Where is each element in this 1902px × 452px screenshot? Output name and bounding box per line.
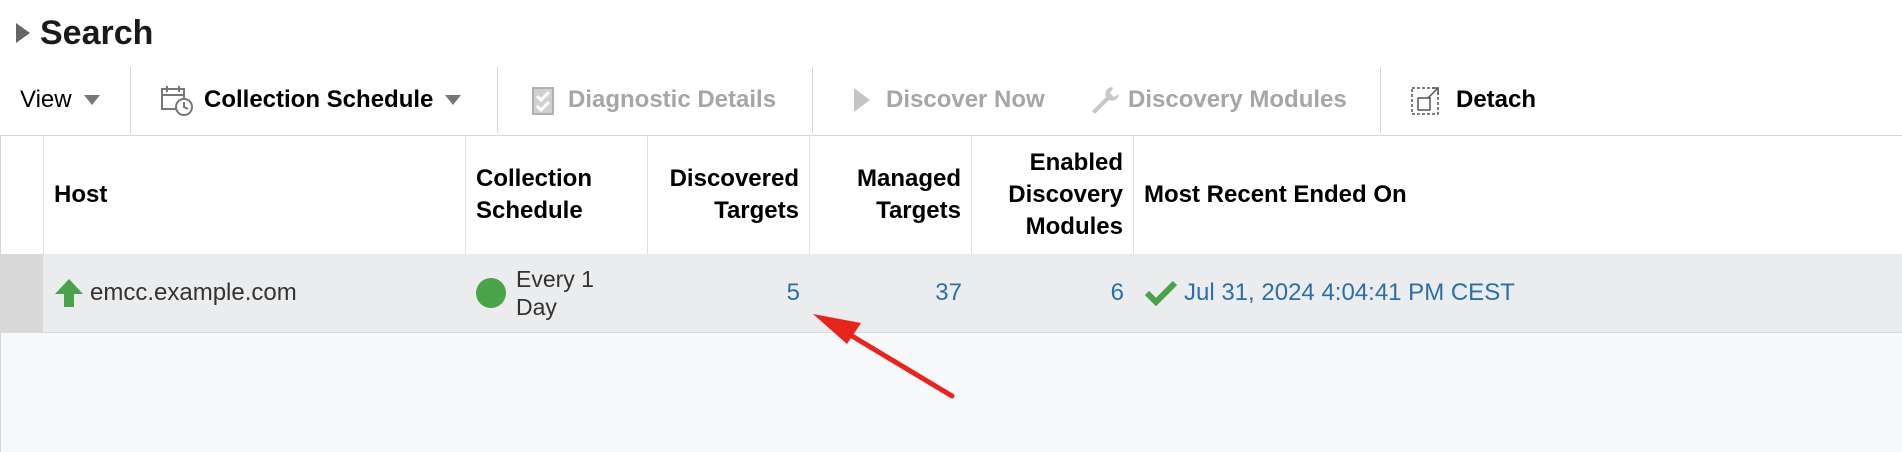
detach-icon [1411, 87, 1439, 115]
toolbar-divider [1380, 67, 1381, 133]
clipboard-check-icon [532, 87, 554, 115]
toolbar: View Collection Schedule Diagnostic Deta… [0, 65, 1902, 135]
toolbar-divider [497, 67, 498, 133]
status-up-arrow-icon [55, 279, 83, 307]
managed-targets-link[interactable]: 37 [935, 279, 962, 307]
diagnostic-details-label: Diagnostic Details [568, 86, 777, 113]
diagnostic-details-button[interactable]: Diagnostic Details [530, 65, 776, 135]
most-recent-cell: Jul 31, 2024 4:04:41 PM CEST [1134, 254, 1902, 332]
most-recent-link[interactable]: Jul 31, 2024 4:04:41 PM CEST [1184, 279, 1515, 307]
row-handle[interactable] [1, 254, 43, 332]
table-header: Host Collection Schedule Discovered Targ… [1, 136, 1902, 255]
enabled-modules-link[interactable]: 6 [1111, 279, 1124, 307]
column-header-label: Most Recent Ended On [1144, 181, 1407, 208]
view-menu-button[interactable]: View [20, 65, 100, 135]
toolbar-divider [812, 67, 813, 133]
column-header-enabled-modules[interactable]: Enabled Discovery Modules [972, 136, 1134, 254]
calendar-clock-icon [161, 86, 193, 116]
schedule-status-icon [476, 278, 506, 308]
chevron-down-icon [83, 95, 100, 105]
column-header-label: Managed Targets [856, 165, 961, 224]
wrench-icon [1092, 87, 1119, 114]
column-header-managed-targets[interactable]: Managed Targets [810, 136, 972, 254]
column-header-host[interactable]: Host [44, 136, 466, 254]
schedule-text: Every 1 Day [516, 266, 594, 320]
column-header-collection-schedule[interactable]: Collection Schedule [466, 136, 648, 254]
column-header-discovered-targets[interactable]: Discovered Targets [648, 136, 810, 254]
search-title: Search [40, 13, 154, 52]
collection-schedule-button[interactable]: Collection Schedule [160, 65, 462, 135]
header-row-handle [1, 136, 44, 254]
toolbar-divider [130, 67, 131, 133]
column-header-label: Enabled Discovery Modules [1008, 149, 1123, 240]
column-header-label: Discovered Targets [669, 165, 799, 224]
discovery-modules-button[interactable]: Discovery Modules [1088, 65, 1347, 135]
managed-targets-cell: 37 [810, 254, 972, 332]
column-header-most-recent[interactable]: Most Recent Ended On [1134, 136, 1902, 254]
host-cell: emcc.example.com [44, 254, 466, 332]
enabled-modules-cell: 6 [972, 254, 1134, 332]
collection-schedule-label: Collection Schedule [204, 86, 434, 113]
search-section-header[interactable]: Search [16, 10, 153, 56]
detach-label: Detach [1456, 86, 1537, 113]
discover-now-label: Discover Now [886, 86, 1045, 113]
results-table: Host Collection Schedule Discovered Targ… [0, 135, 1902, 452]
view-label: View [20, 86, 72, 113]
play-icon [854, 88, 870, 112]
discovery-modules-label: Discovery Modules [1128, 86, 1347, 113]
host-name: emcc.example.com [90, 279, 297, 306]
expand-triangle-icon[interactable] [16, 23, 30, 43]
table-row[interactable]: emcc.example.com Every 1 Day 5 37 6 Jul … [1, 254, 1902, 333]
discovered-targets-cell: 5 [648, 254, 810, 332]
chevron-down-icon [445, 95, 462, 105]
checkmark-icon [1144, 280, 1178, 307]
discover-now-button[interactable]: Discover Now [850, 65, 1045, 135]
discovered-targets-link[interactable]: 5 [787, 279, 800, 307]
column-header-label: Host [54, 181, 108, 208]
schedule-cell: Every 1 Day [466, 254, 648, 332]
column-header-label: Collection Schedule [476, 165, 593, 224]
detach-button[interactable]: Detach [1410, 65, 1536, 135]
